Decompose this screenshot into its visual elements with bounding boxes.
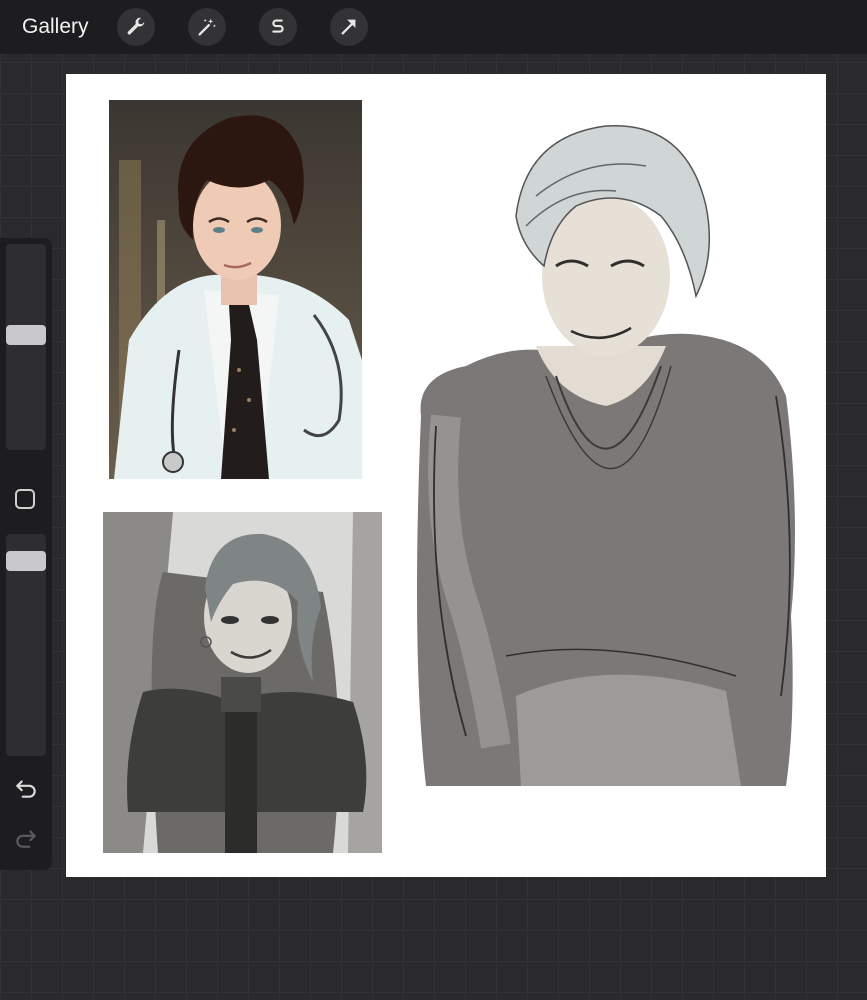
brush-size-slider[interactable] (6, 244, 46, 450)
wrench-icon (127, 17, 145, 35)
opacity-slider-thumb[interactable] (6, 551, 46, 571)
adjustments-button[interactable] (188, 8, 226, 46)
gallery-button[interactable]: Gallery (22, 14, 89, 40)
transform-button[interactable] (330, 8, 368, 46)
brush-size-slider-thumb[interactable] (6, 325, 46, 345)
drawing-canvas[interactable] (66, 74, 826, 877)
undo-icon[interactable] (13, 775, 39, 801)
selection-s-icon (272, 19, 284, 33)
reference-photo (109, 100, 362, 479)
top-toolbar: Gallery (0, 0, 867, 54)
left-sidebar (0, 238, 52, 870)
selection-button[interactable] (259, 8, 297, 46)
modify-square-icon[interactable] (15, 489, 35, 509)
arrow-cursor-icon (341, 19, 356, 35)
reference-illustration (103, 512, 382, 853)
character-sketch (406, 96, 816, 816)
actions-button[interactable] (117, 8, 155, 46)
magic-wand-icon (198, 18, 216, 36)
redo-icon[interactable] (13, 825, 39, 851)
